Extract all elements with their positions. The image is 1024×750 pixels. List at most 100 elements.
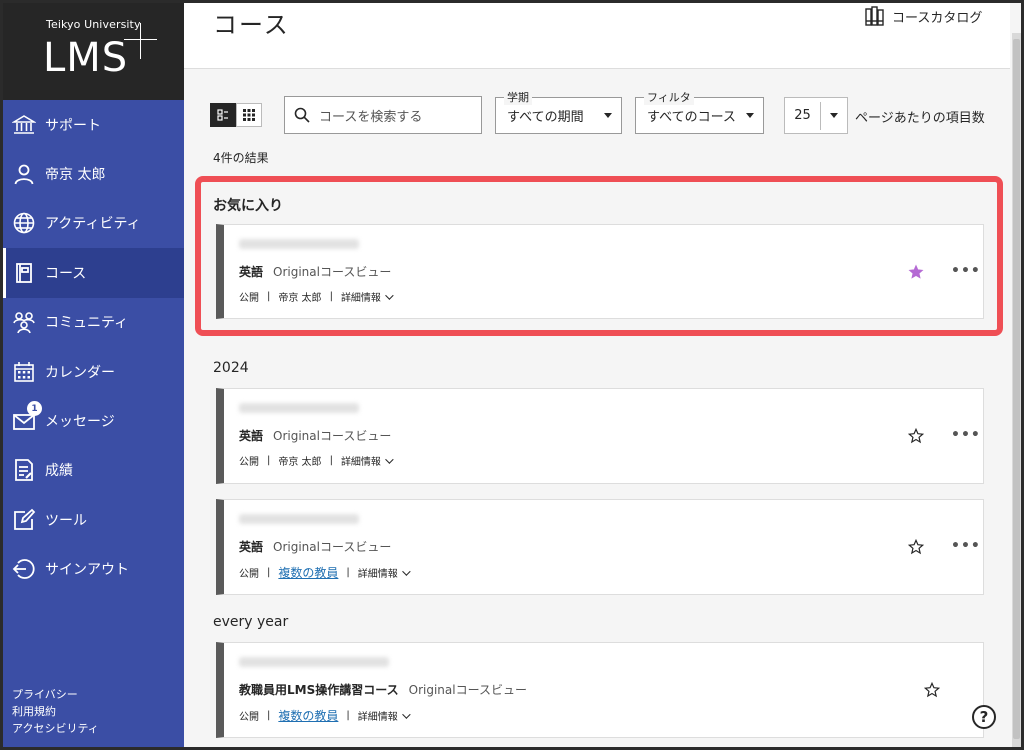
course-details-toggle[interactable]: 詳細情報 (340, 453, 394, 468)
star-outline-icon[interactable] (924, 682, 940, 698)
course-instructor: 帝京 太郎 (278, 293, 322, 304)
sidebar-footer: プライバシー 利用規約 アクセシビリティ (12, 686, 99, 737)
course-id-blurred (239, 514, 359, 524)
course-card[interactable]: 英語 Originalコースビュー 公開 | 帝京 太郎 | 詳細情報 ••• (216, 224, 984, 319)
star-outline-icon[interactable] (908, 539, 924, 555)
details-label: 詳細情報 (340, 457, 381, 468)
more-options-icon[interactable]: ••• (951, 263, 981, 279)
meta-separator: | (346, 567, 350, 578)
grid-view-button[interactable] (236, 103, 262, 127)
course-view-type: Originalコースビュー (273, 540, 392, 554)
meta-separator: | (329, 291, 333, 302)
course-meta: 公開 | 複数の教員 | 詳細情報 (239, 707, 411, 724)
meta-separator: | (267, 567, 271, 578)
chevron-down-icon (401, 566, 411, 576)
filter-select-value: すべてのコース (647, 110, 736, 125)
course-status: 公開 (239, 569, 259, 580)
course-title[interactable]: 英語 Originalコースビュー (239, 538, 391, 555)
course-id-blurred (239, 657, 389, 667)
sidebar-item-grades[interactable]: 成績 (3, 446, 184, 495)
sidebar-item-label: 成績 (45, 463, 73, 480)
meta-separator: | (346, 710, 350, 721)
meta-separator: | (267, 291, 271, 302)
course-view-type: Originalコースビュー (273, 265, 392, 279)
filter-select[interactable]: フィルタ すべてのコース (635, 89, 764, 134)
course-card[interactable]: 英語 Originalコースビュー 公開 | 複数の教員 | 詳細情報 ••• (216, 499, 984, 595)
term-select[interactable]: 学期 すべての期間 (495, 89, 622, 134)
course-name: 教職員用LMS操作講習コース (239, 683, 399, 697)
caret-down-icon (746, 113, 754, 118)
details-label: 詳細情報 (357, 712, 398, 723)
course-title[interactable]: 英語 Originalコースビュー (239, 427, 391, 444)
course-name: 英語 (239, 429, 264, 443)
calendar-icon (11, 359, 37, 385)
institution-icon (11, 112, 37, 138)
multiple-instructors-link[interactable]: 複数の教員 (278, 707, 338, 724)
tools-icon (11, 507, 37, 533)
per-page-value: 25 (785, 101, 821, 130)
per-page-select[interactable]: 25 (784, 97, 848, 134)
course-card[interactable]: 英語 Originalコースビュー 公開 | 帝京 太郎 | 詳細情報 ••• (216, 388, 984, 484)
term-select-value: すべての期間 (507, 110, 584, 125)
course-details-toggle[interactable]: 詳細情報 (357, 565, 411, 580)
sidebar-item-calendar[interactable]: カレンダー (3, 347, 184, 396)
course-card[interactable]: 教職員用LMS操作講習コース Originalコースビュー 公開 | 複数の教員… (216, 642, 984, 738)
meta-separator: | (267, 455, 271, 466)
page-header: コース コースカタログ (184, 3, 1010, 69)
logo-cross-vertical (140, 23, 141, 59)
help-button[interactable]: ? (972, 705, 996, 729)
view-toggle (210, 103, 262, 127)
sidebar-item-profile[interactable]: 帝京 太郎 (3, 149, 184, 198)
list-view-button[interactable] (210, 103, 236, 127)
sidebar-item-courses[interactable]: コース (3, 248, 184, 298)
accessibility-link[interactable]: アクセシビリティ (12, 720, 99, 737)
more-options-icon[interactable]: ••• (951, 427, 981, 443)
course-title[interactable]: 教職員用LMS操作講習コース Originalコースビュー (239, 681, 527, 698)
term-select-label: 学期 (504, 89, 532, 105)
sidebar-item-support[interactable]: サポート (3, 100, 184, 149)
chevron-down-icon (401, 709, 411, 719)
sidebar-item-sign-out[interactable]: サインアウト (3, 545, 184, 594)
book-icon (11, 260, 37, 286)
course-details-toggle[interactable]: 詳細情報 (357, 708, 411, 723)
sidebar-item-messages[interactable]: 1 メッセージ (3, 396, 184, 445)
section-title-2024: 2024 (213, 360, 249, 376)
filter-select-label: フィルタ (644, 89, 694, 105)
course-details-toggle[interactable]: 詳細情報 (341, 289, 394, 304)
vertical-scrollbar[interactable] (1012, 33, 1021, 747)
multiple-instructors-link[interactable]: 複数の教員 (278, 564, 338, 581)
course-view-type: Originalコースビュー (408, 683, 527, 697)
course-id-blurred (239, 239, 359, 249)
course-catalog-link[interactable]: コースカタログ (865, 6, 982, 26)
logo-cross-horizontal (124, 39, 157, 40)
sidebar-item-label: ツール (45, 512, 87, 529)
sign-out-icon (11, 556, 37, 582)
chevron-down-icon (385, 454, 394, 464)
sidebar-item-label: 帝京 太郎 (45, 167, 106, 184)
star-outline-icon[interactable] (908, 428, 924, 444)
course-search-input[interactable]: コースを検索する (284, 96, 482, 134)
result-count: 4件の結果 (213, 151, 269, 165)
privacy-link[interactable]: プライバシー (12, 686, 99, 703)
sidebar-item-community[interactable]: コミュニティ (3, 298, 184, 347)
sidebar-item-activity[interactable]: アクティビティ (3, 199, 184, 248)
sidebar-item-tools[interactable]: ツール (3, 495, 184, 544)
lms-logo[interactable]: Teikyo University LMS (3, 3, 184, 100)
caret-down-icon (604, 113, 612, 118)
details-label: 詳細情報 (357, 569, 398, 580)
course-view-type: Originalコースビュー (273, 429, 392, 443)
sidebar-item-label: コミュニティ (45, 315, 129, 332)
section-title-every-year: every year (213, 614, 289, 630)
logo-university: Teikyo University (46, 18, 141, 31)
chevron-down-icon (385, 290, 394, 300)
globe-icon (11, 210, 37, 236)
terms-link[interactable]: 利用規約 (12, 703, 99, 720)
favorite-star-icon[interactable] (908, 264, 924, 280)
scrollbar-thumb[interactable] (1013, 39, 1020, 739)
search-icon (294, 107, 310, 123)
sidebar-item-label: サポート (45, 117, 101, 134)
app-window: Teikyo University LMS サポート 帝京 太郎 アクティビティ… (3, 3, 1021, 747)
more-options-icon[interactable]: ••• (951, 538, 981, 554)
course-title[interactable]: 英語 Originalコースビュー (239, 263, 391, 280)
sidebar-nav: サポート 帝京 太郎 アクティビティ コース コミュニティ カレンダー 1 メッ… (3, 100, 184, 594)
